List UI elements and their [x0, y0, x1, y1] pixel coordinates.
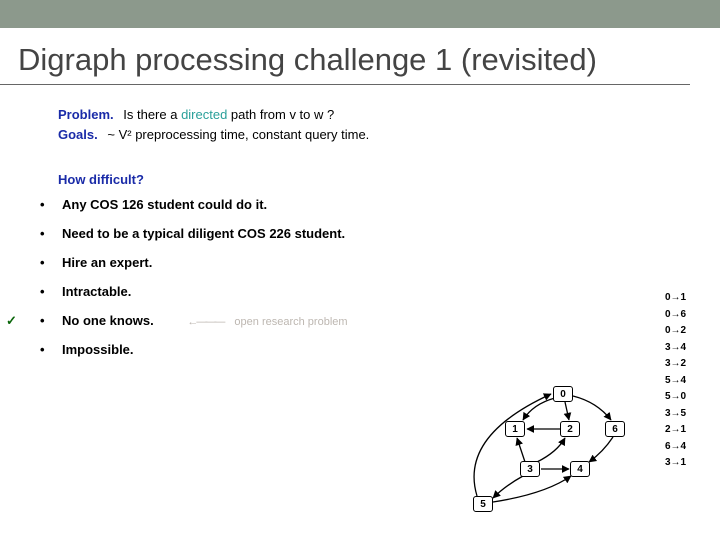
graph-node: 5 — [473, 496, 493, 512]
option-text: Impossible. — [62, 342, 134, 357]
checkmark-icon: ✓ — [6, 313, 17, 329]
edge-item: 3→1 — [665, 455, 686, 472]
how-difficult-label: How difficult? — [58, 172, 708, 187]
problem-label: Problem. — [58, 107, 114, 122]
slide-title: Digraph processing challenge 1 (revisite… — [0, 28, 690, 85]
option-note-text: open research problem — [234, 316, 347, 328]
option-text: Need to be a typical diligent COS 226 st… — [62, 226, 345, 241]
edge-item: 6→4 — [665, 439, 686, 456]
slide-content: Problem. Is there a directed path from v… — [0, 85, 720, 357]
problem-row: Problem. Is there a directed path from v… — [58, 107, 708, 122]
graph-node: 3 — [520, 461, 540, 477]
edge-item: 3→4 — [665, 340, 686, 357]
option-item: Intractable. — [58, 284, 708, 299]
option-text: Any COS 126 student could do it. — [62, 197, 267, 212]
edge-item: 3→2 — [665, 356, 686, 373]
graph-node: 4 — [570, 461, 590, 477]
goals-text: ~ V² preprocessing time, constant query … — [107, 127, 369, 142]
graph-node: 2 — [560, 421, 580, 437]
graph-node: 0 — [553, 386, 573, 402]
options-list: Any COS 126 student could do it. Need to… — [58, 197, 708, 357]
option-item: Hire an expert. — [58, 255, 708, 270]
edge-item: 0→1 — [665, 290, 686, 307]
edge-item: 0→2 — [665, 323, 686, 340]
option-item: ✓ No one knows. ←——— open research probl… — [58, 313, 708, 328]
option-note: ←——— open research problem — [187, 316, 347, 328]
goals-row: Goals. ~ V² preprocessing time, constant… — [58, 127, 708, 142]
edge-item: 0→6 — [665, 307, 686, 324]
problem-highlight: directed — [181, 107, 227, 122]
option-text: No one knows. — [62, 313, 154, 328]
edge-list: 0→1 0→6 0→2 3→4 3→2 5→4 5→0 3→5 2→1 6→4 … — [665, 290, 686, 472]
problem-text-suffix: path from v to w ? — [227, 107, 334, 122]
edge-item: 5→0 — [665, 389, 686, 406]
problem-text-prefix: Is there a — [123, 107, 181, 122]
goals-label: Goals. — [58, 127, 98, 142]
graph-edges — [465, 386, 635, 536]
graph-node: 1 — [505, 421, 525, 437]
option-text: Intractable. — [62, 284, 131, 299]
edge-item: 5→4 — [665, 373, 686, 390]
arrow-icon: ←——— — [187, 316, 223, 328]
top-accent-bar — [0, 0, 720, 28]
digraph-figure: 0 1 2 6 3 4 5 — [465, 386, 635, 536]
option-item: Any COS 126 student could do it. — [58, 197, 708, 212]
option-item: Need to be a typical diligent COS 226 st… — [58, 226, 708, 241]
option-text: Hire an expert. — [62, 255, 152, 270]
edge-item: 2→1 — [665, 422, 686, 439]
option-item: Impossible. — [58, 342, 708, 357]
edge-item: 3→5 — [665, 406, 686, 423]
graph-node: 6 — [605, 421, 625, 437]
